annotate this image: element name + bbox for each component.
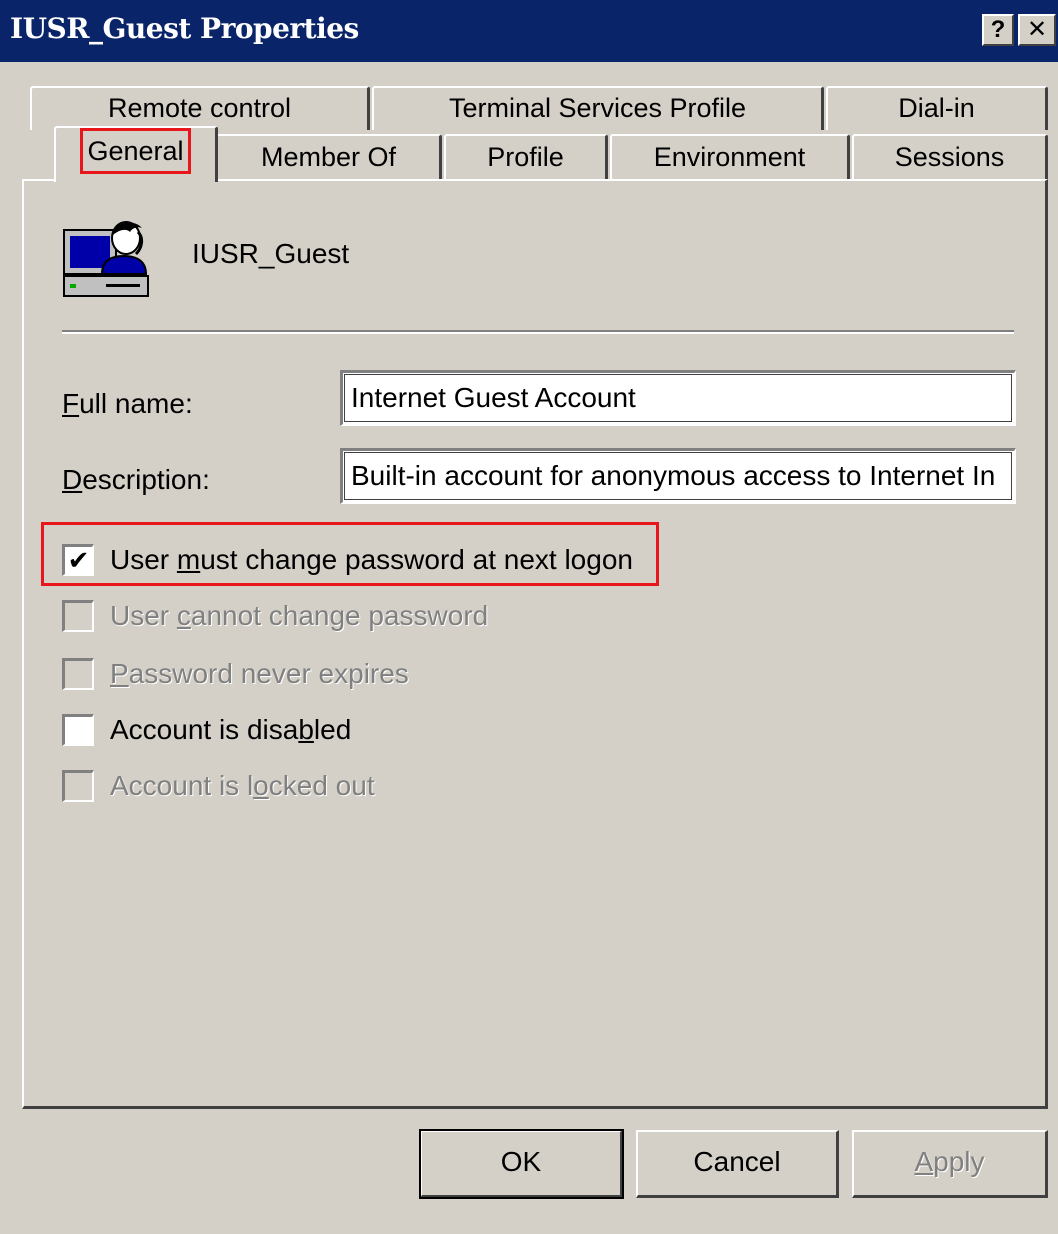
tab-remote-control[interactable]: Remote control <box>30 86 370 130</box>
tab-sessions[interactable]: Sessions <box>852 134 1048 180</box>
label-part: cked out <box>268 770 375 801</box>
label-part: Account is disa <box>110 714 299 745</box>
label-part: Account is l <box>110 770 254 801</box>
label-part: User <box>110 600 177 631</box>
tab-terminal-services-profile[interactable]: Terminal Services Profile <box>372 86 824 130</box>
description-label: Description: <box>62 464 210 496</box>
apply-label: pply <box>933 1146 985 1177</box>
apply-button: Apply <box>852 1130 1048 1198</box>
user-account-name: IUSR_Guest <box>192 238 350 269</box>
label-mnemonic: b <box>298 714 314 745</box>
window-title: IUSR_Guest Properties <box>10 12 359 45</box>
account-locked-out-checkbox <box>62 770 94 802</box>
description-mnemonic: D <box>62 464 83 495</box>
close-button[interactable]: ✕ <box>1018 14 1056 46</box>
must-change-password-label: User must change password at next logon <box>110 540 633 580</box>
account-disabled-label: Account is disabled <box>110 710 351 750</box>
tab-dial-in[interactable]: Dial-in <box>826 86 1048 130</box>
label-part: assword never expires <box>128 658 409 689</box>
ok-button[interactable]: OK <box>419 1129 624 1199</box>
label-mnemonic: c <box>176 600 191 631</box>
description-field[interactable]: Built-in account for anonymous access to… <box>340 448 1016 504</box>
password-never-expires-checkbox <box>62 658 94 690</box>
cannot-change-password-checkbox <box>62 600 94 632</box>
tab-profile[interactable]: Profile <box>444 134 608 180</box>
tab-general-label: General <box>80 128 191 174</box>
label-mnemonic: o <box>253 770 269 801</box>
full-name-field[interactable]: Internet Guest Account <box>340 370 1016 426</box>
must-change-password-checkbox[interactable]: ✔ <box>62 544 94 576</box>
full-name-label: Full name: <box>62 388 193 420</box>
label-part: ust change password at next logon <box>200 544 633 575</box>
tab-environment[interactable]: Environment <box>610 134 850 180</box>
account-disabled-checkbox[interactable] <box>62 714 94 746</box>
label-part: User <box>110 544 177 575</box>
account-locked-out-label: Account is locked out <box>110 766 375 806</box>
label-mnemonic: m <box>176 544 201 575</box>
tab-general[interactable]: General <box>54 126 218 182</box>
general-tab-panel <box>22 179 1048 1109</box>
help-button[interactable]: ? <box>982 14 1014 46</box>
full-name-label-text: ull name: <box>79 388 193 419</box>
label-mnemonic: P <box>110 658 129 689</box>
user-computer-icon <box>63 221 149 297</box>
password-never-expires-label: Password never expires <box>110 654 409 694</box>
apply-mnemonic: A <box>914 1146 934 1177</box>
label-part: annot change password <box>190 600 489 631</box>
label-part: led <box>313 714 352 745</box>
description-label-text: escription: <box>82 464 210 495</box>
divider <box>62 330 1014 334</box>
cannot-change-password-label: User cannot change password <box>110 596 488 636</box>
cancel-button[interactable]: Cancel <box>636 1130 839 1198</box>
title-bar: IUSR_Guest Properties ? ✕ <box>0 0 1058 62</box>
full-name-mnemonic: F <box>62 388 80 419</box>
tab-member-of[interactable]: Member Of <box>216 134 442 180</box>
